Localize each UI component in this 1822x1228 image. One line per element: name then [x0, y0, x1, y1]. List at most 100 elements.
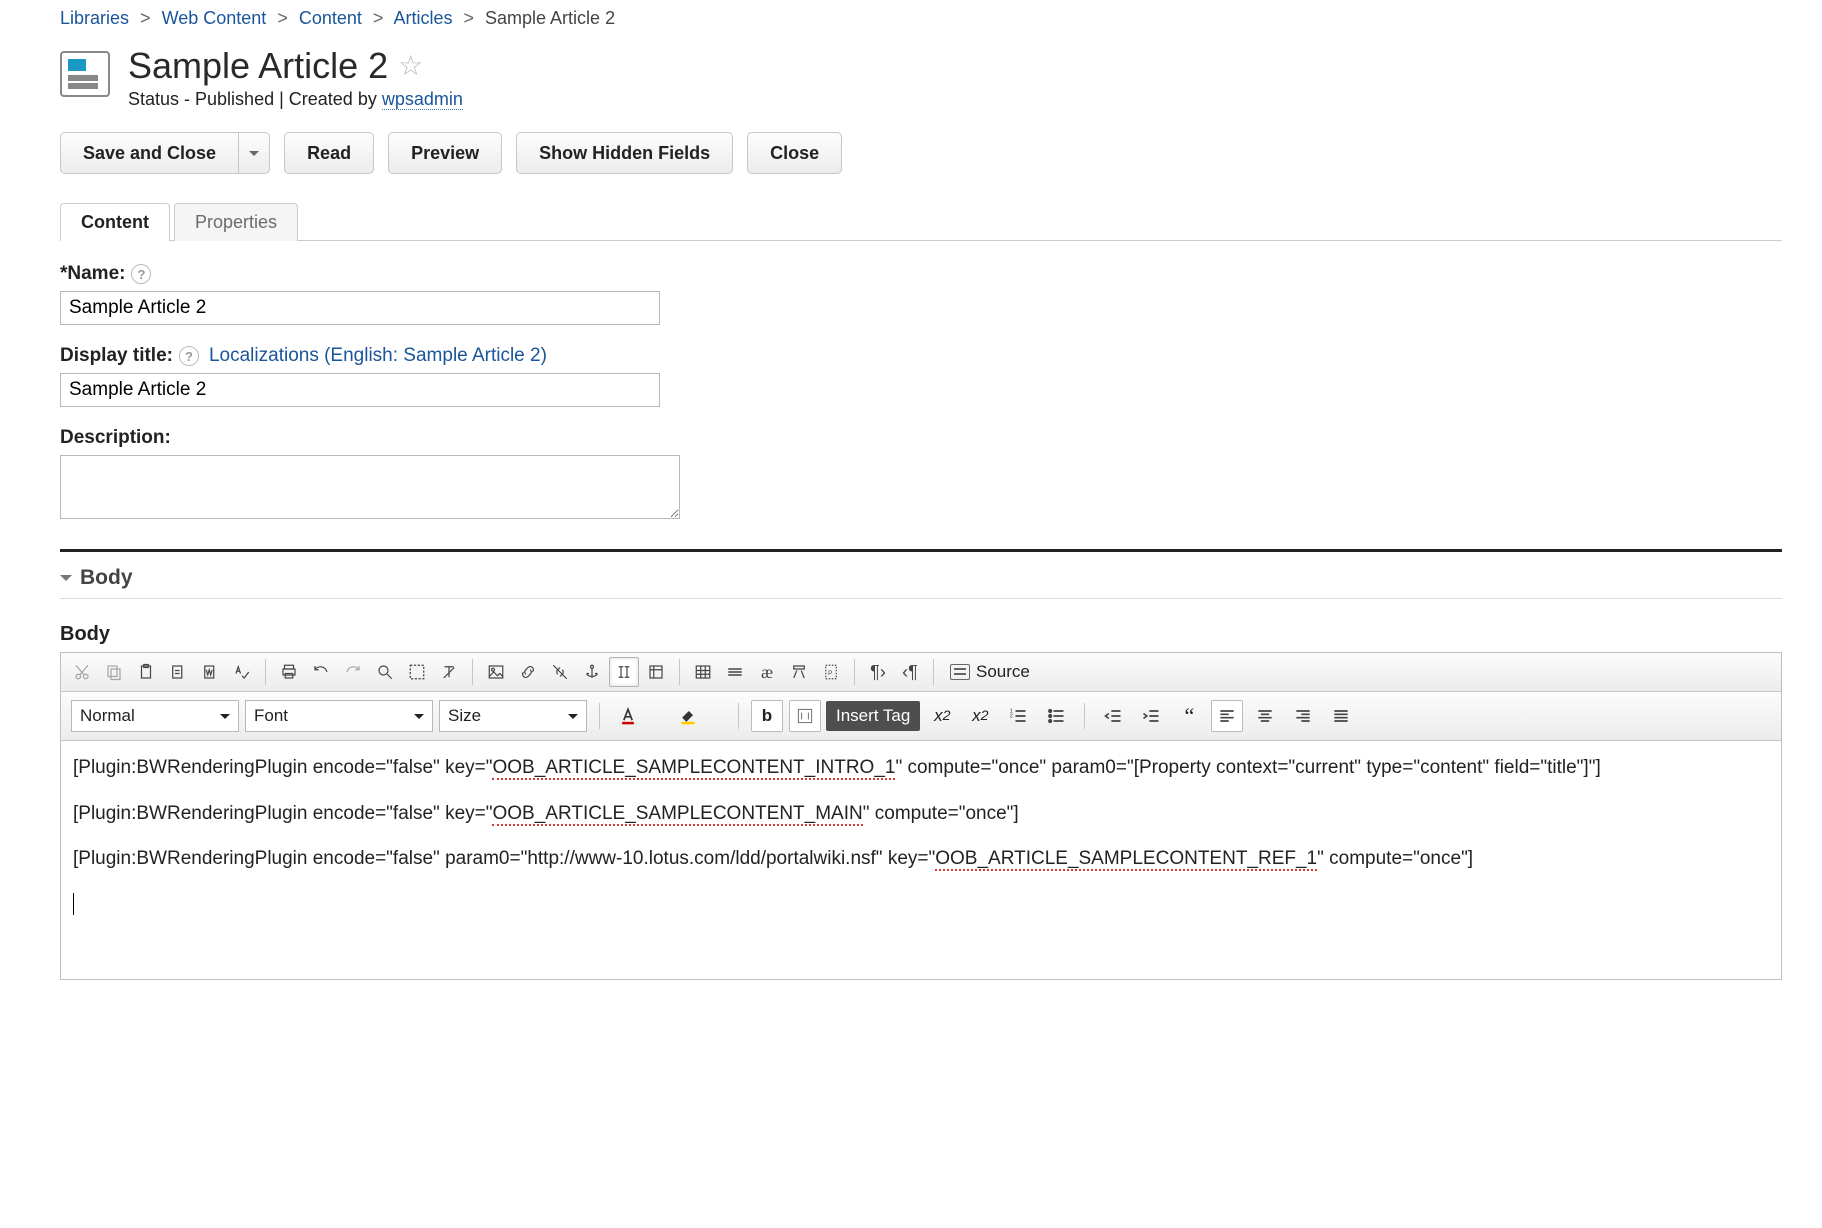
name-label-text: *Name:	[60, 263, 125, 285]
close-button[interactable]: Close	[747, 132, 842, 174]
content-type-icon	[60, 51, 110, 97]
read-button[interactable]: Read	[284, 132, 374, 174]
page-break-icon[interactable]: P	[816, 657, 846, 687]
display-title-input[interactable]	[60, 373, 660, 407]
body-key-text: OOB_ARTICLE_SAMPLECONTENT_REF_1	[935, 848, 1317, 871]
toolbar-separator	[854, 659, 855, 685]
link-icon[interactable]	[513, 657, 543, 687]
crumb-webcontent[interactable]: Web Content	[162, 8, 267, 28]
numbered-list-button[interactable]: 12	[1002, 700, 1034, 732]
remove-format-icon[interactable]	[434, 657, 464, 687]
section-title: Body	[80, 566, 133, 590]
display-title-label-text: Display title:	[60, 345, 173, 367]
insert-tag-button[interactable]	[609, 657, 639, 687]
insert-tag-tooltip: Insert Tag	[826, 701, 920, 731]
text-color-dropdown[interactable]	[650, 700, 666, 732]
align-left-button[interactable]	[1211, 700, 1243, 732]
undo-icon[interactable]	[306, 657, 336, 687]
horizontal-rule-icon[interactable]	[720, 657, 750, 687]
status-sep: |	[274, 89, 289, 109]
save-button-group: Save and Close	[60, 132, 270, 174]
toolbar-separator	[599, 703, 600, 729]
ltr-icon[interactable]: ¶›	[863, 657, 893, 687]
section-toggle-icon[interactable]	[60, 575, 72, 587]
bullet-list-button[interactable]	[1040, 700, 1072, 732]
body-text: " compute="once"]	[863, 803, 1019, 824]
cut-icon[interactable]	[67, 657, 97, 687]
crumb-libraries[interactable]: Libraries	[60, 8, 129, 28]
created-prefix: Created by	[289, 89, 382, 109]
page-subtitle: Status - Published | Created by wpsadmin	[128, 89, 463, 110]
bg-color-button[interactable]	[672, 700, 704, 732]
chevron-down-icon	[220, 714, 230, 724]
redo-icon[interactable]	[338, 657, 368, 687]
insert-element-icon[interactable]	[641, 657, 671, 687]
unlink-icon[interactable]	[545, 657, 575, 687]
insert-tag-button-2[interactable]	[789, 700, 821, 732]
bold-button[interactable]: b	[751, 700, 783, 732]
status-prefix: Status -	[128, 89, 195, 109]
body-text: " compute="once" param0="[Property conte…	[895, 757, 1600, 778]
save-and-close-button[interactable]: Save and Close	[60, 132, 239, 174]
tab-properties[interactable]: Properties	[174, 203, 298, 241]
body-key-text: OOB_ARTICLE_SAMPLECONTENT_MAIN	[492, 803, 862, 826]
toolbar-separator	[738, 703, 739, 729]
body-label: Body	[60, 623, 1782, 646]
paragraph-format-select[interactable]: Normal	[71, 700, 239, 732]
superscript-button[interactable]: x2	[964, 700, 996, 732]
paste-word-icon[interactable]	[195, 657, 225, 687]
body-text: " compute="once"]	[1317, 848, 1473, 869]
save-dropdown-button[interactable]	[239, 132, 270, 174]
help-icon[interactable]: ?	[131, 264, 151, 284]
crumb-articles[interactable]: Articles	[393, 8, 452, 28]
size-select[interactable]: Size	[439, 700, 587, 732]
find-icon[interactable]	[370, 657, 400, 687]
toolbar-separator	[933, 659, 934, 685]
chevron-down-icon	[568, 714, 578, 724]
localizations-link[interactable]: Localizations (English: Sample Article 2…	[209, 345, 547, 367]
image-icon[interactable]	[481, 657, 511, 687]
tab-content[interactable]: Content	[60, 203, 170, 241]
align-justify-button[interactable]	[1325, 700, 1357, 732]
spellcheck-icon[interactable]	[227, 657, 257, 687]
bg-color-dropdown[interactable]	[710, 700, 726, 732]
crumb-sep: >	[367, 8, 390, 28]
body-section: Body Body	[60, 549, 1782, 980]
table-icon[interactable]	[688, 657, 718, 687]
paste-icon[interactable]	[131, 657, 161, 687]
copy-icon[interactable]	[99, 657, 129, 687]
blockquote-button[interactable]: “	[1173, 700, 1205, 732]
body-text: [Plugin:BWRenderingPlugin encode="false"…	[73, 757, 492, 778]
outdent-button[interactable]	[1097, 700, 1129, 732]
toolbar-separator	[472, 659, 473, 685]
content-form: *Name: ? Display title: ? Localizations …	[60, 263, 1782, 519]
paste-text-icon[interactable]	[163, 657, 193, 687]
creator-link[interactable]: wpsadmin	[382, 89, 463, 110]
description-input[interactable]	[60, 455, 680, 519]
anchor-icon[interactable]	[577, 657, 607, 687]
body-paragraph: [Plugin:BWRenderingPlugin encode="false"…	[73, 755, 1769, 781]
preview-button[interactable]: Preview	[388, 132, 502, 174]
crumb-content[interactable]: Content	[299, 8, 362, 28]
show-hidden-fields-button[interactable]: Show Hidden Fields	[516, 132, 733, 174]
subscript-2: 2	[943, 708, 951, 724]
editor-body[interactable]: [Plugin:BWRenderingPlugin encode="false"…	[61, 741, 1781, 979]
name-input[interactable]	[60, 291, 660, 325]
font-select[interactable]: Font	[245, 700, 433, 732]
favorite-star-icon[interactable]: ☆	[398, 52, 423, 80]
crumb-current: Sample Article 2	[485, 8, 615, 28]
source-button[interactable]: Source	[942, 658, 1038, 686]
rtl-icon[interactable]: ‹¶	[895, 657, 925, 687]
page-title: Sample Article 2 ☆	[128, 45, 463, 87]
toolbar-separator	[679, 659, 680, 685]
align-right-button[interactable]	[1287, 700, 1319, 732]
text-color-button[interactable]	[612, 700, 644, 732]
subscript-button[interactable]: x2	[926, 700, 958, 732]
special-char-icon[interactable]: æ	[752, 657, 782, 687]
help-icon[interactable]: ?	[179, 346, 199, 366]
select-all-icon[interactable]	[402, 657, 432, 687]
print-icon[interactable]	[274, 657, 304, 687]
align-center-button[interactable]	[1249, 700, 1281, 732]
indent-button[interactable]	[1135, 700, 1167, 732]
iframe-icon[interactable]	[784, 657, 814, 687]
